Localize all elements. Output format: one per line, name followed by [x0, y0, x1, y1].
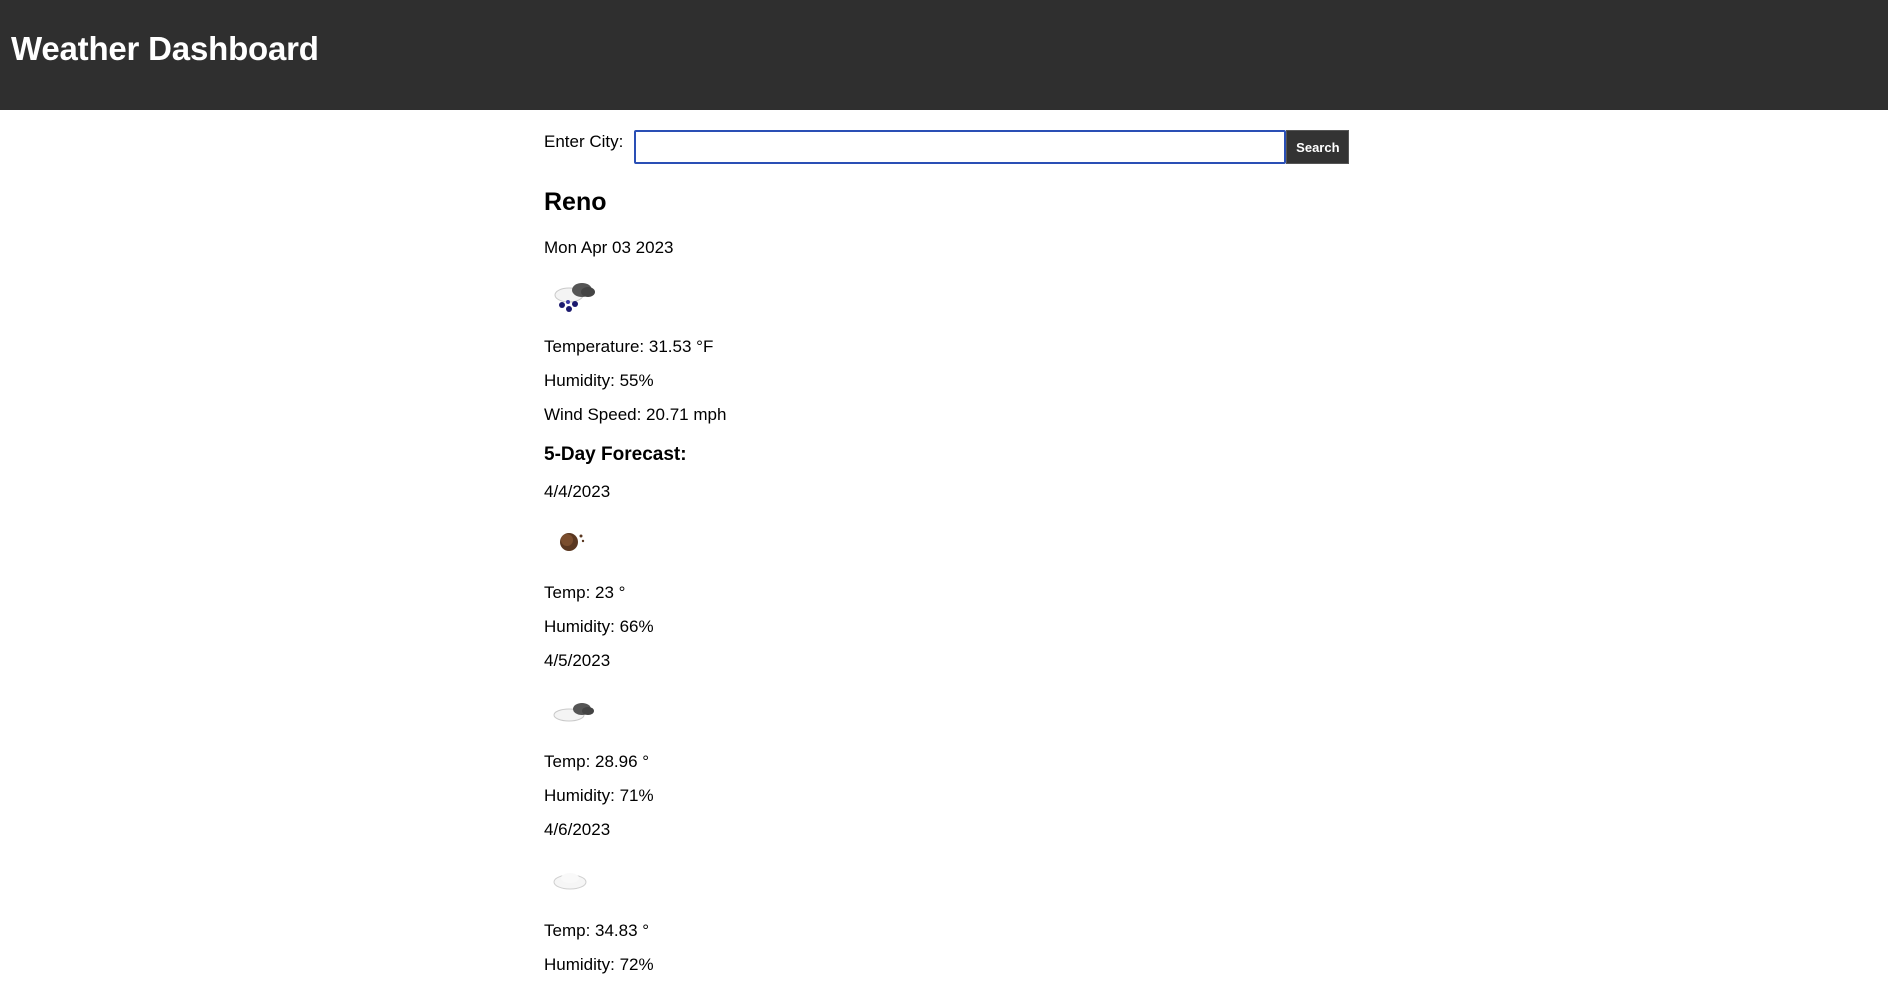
app-header: Weather Dashboard: [0, 0, 1888, 110]
search-form: Enter City: Search: [544, 130, 1364, 166]
current-weather: Reno Mon Apr 03 2023 Temperature: 31.53 …: [544, 187, 1364, 425]
current-humidity: Humidity: 55%: [544, 371, 654, 390]
forecast-humidity: Humidity: 71%: [544, 786, 654, 805]
city-input[interactable]: [634, 130, 1287, 164]
main-content: Enter City: Search Reno Mon Apr 03 2023 …: [544, 110, 1364, 975]
forecast-date: 4/6/2023: [544, 820, 611, 839]
rain-snow-cloud-icon: [544, 273, 604, 319]
cloud-icon: [544, 857, 604, 903]
night-moon-icon: [544, 519, 604, 565]
forecast-humidity: Humidity: 72%: [544, 955, 654, 974]
city-label: Enter City:: [544, 132, 624, 151]
forecast-day: 4/6/2023 Temp: 34.83 ° Humidity: 72%: [544, 820, 1364, 975]
forecast-temp: Temp: 23 °: [544, 583, 626, 602]
forecast-temp: Temp: 34.83 °: [544, 921, 650, 940]
forecast-date: 4/4/2023: [544, 482, 611, 501]
current-date: Mon Apr 03 2023: [544, 238, 674, 257]
current-temperature: Temperature: 31.53 °F: [544, 337, 714, 356]
forecast-date: 4/5/2023: [544, 651, 611, 670]
forecast-day: 4/4/2023 Temp: 23 ° Humidity: 66%: [544, 482, 1364, 637]
forecast-section: 5-Day Forecast: 4/4/2023 Temp: 23 ° Humi…: [544, 444, 1364, 975]
city-name: Reno: [544, 188, 607, 216]
cloudy-icon: [544, 688, 604, 734]
current-wind-speed: Wind Speed: 20.71 mph: [544, 405, 727, 424]
forecast-day: 4/5/2023 Temp: 28.96 ° Humidity: 71%: [544, 651, 1364, 806]
forecast-temp: Temp: 28.96 °: [544, 752, 650, 771]
search-button[interactable]: Search: [1286, 130, 1350, 164]
page-title: Weather Dashboard: [11, 30, 319, 67]
forecast-humidity: Humidity: 66%: [544, 617, 654, 636]
forecast-title: 5-Day Forecast:: [544, 444, 687, 465]
